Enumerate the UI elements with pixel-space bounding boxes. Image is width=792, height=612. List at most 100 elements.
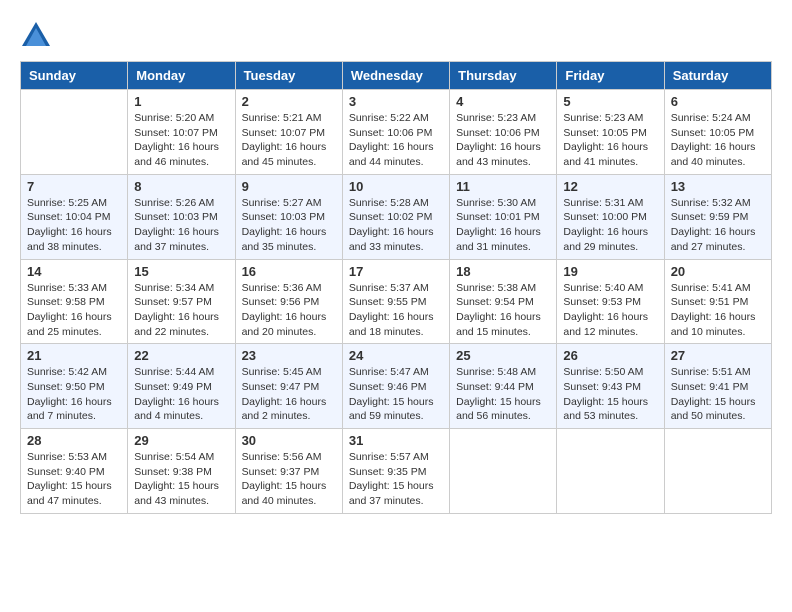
calendar-cell: 11 Sunrise: 5:30 AMSunset: 10:01 PMDayli… — [450, 174, 557, 259]
day-info: Sunrise: 5:57 AMSunset: 9:35 PMDaylight:… — [349, 450, 443, 509]
day-info: Sunrise: 5:22 AMSunset: 10:06 PMDaylight… — [349, 111, 443, 170]
page-header — [20, 20, 772, 53]
day-number: 31 — [349, 433, 443, 448]
calendar-table: SundayMondayTuesdayWednesdayThursdayFrid… — [20, 61, 772, 514]
day-number: 6 — [671, 94, 765, 109]
day-number: 18 — [456, 264, 550, 279]
logo-text — [20, 20, 50, 53]
calendar-cell: 29 Sunrise: 5:54 AMSunset: 9:38 PMDaylig… — [128, 429, 235, 514]
day-info: Sunrise: 5:23 AMSunset: 10:06 PMDaylight… — [456, 111, 550, 170]
calendar-cell: 12 Sunrise: 5:31 AMSunset: 10:00 PMDayli… — [557, 174, 664, 259]
day-number: 21 — [27, 348, 121, 363]
day-number: 17 — [349, 264, 443, 279]
calendar-cell: 6 Sunrise: 5:24 AMSunset: 10:05 PMDaylig… — [664, 90, 771, 175]
calendar-cell: 2 Sunrise: 5:21 AMSunset: 10:07 PMDaylig… — [235, 90, 342, 175]
calendar-week-row: 28 Sunrise: 5:53 AMSunset: 9:40 PMDaylig… — [21, 429, 772, 514]
day-number: 4 — [456, 94, 550, 109]
day-number: 23 — [242, 348, 336, 363]
column-header-thursday: Thursday — [450, 62, 557, 90]
day-info: Sunrise: 5:30 AMSunset: 10:01 PMDaylight… — [456, 196, 550, 255]
logo-icon — [22, 20, 50, 48]
day-number: 16 — [242, 264, 336, 279]
day-info: Sunrise: 5:28 AMSunset: 10:02 PMDaylight… — [349, 196, 443, 255]
calendar-cell: 9 Sunrise: 5:27 AMSunset: 10:03 PMDaylig… — [235, 174, 342, 259]
day-number: 1 — [134, 94, 228, 109]
day-info: Sunrise: 5:48 AMSunset: 9:44 PMDaylight:… — [456, 365, 550, 424]
calendar-cell: 31 Sunrise: 5:57 AMSunset: 9:35 PMDaylig… — [342, 429, 449, 514]
calendar-cell: 24 Sunrise: 5:47 AMSunset: 9:46 PMDaylig… — [342, 344, 449, 429]
day-info: Sunrise: 5:40 AMSunset: 9:53 PMDaylight:… — [563, 281, 657, 340]
calendar-cell: 1 Sunrise: 5:20 AMSunset: 10:07 PMDaylig… — [128, 90, 235, 175]
day-number: 5 — [563, 94, 657, 109]
day-info: Sunrise: 5:53 AMSunset: 9:40 PMDaylight:… — [27, 450, 121, 509]
calendar-cell: 28 Sunrise: 5:53 AMSunset: 9:40 PMDaylig… — [21, 429, 128, 514]
day-number: 14 — [27, 264, 121, 279]
calendar-week-row: 14 Sunrise: 5:33 AMSunset: 9:58 PMDaylig… — [21, 259, 772, 344]
day-info: Sunrise: 5:51 AMSunset: 9:41 PMDaylight:… — [671, 365, 765, 424]
calendar-cell: 20 Sunrise: 5:41 AMSunset: 9:51 PMDaylig… — [664, 259, 771, 344]
day-info: Sunrise: 5:32 AMSunset: 9:59 PMDaylight:… — [671, 196, 765, 255]
day-info: Sunrise: 5:26 AMSunset: 10:03 PMDaylight… — [134, 196, 228, 255]
day-number: 28 — [27, 433, 121, 448]
calendar-cell: 27 Sunrise: 5:51 AMSunset: 9:41 PMDaylig… — [664, 344, 771, 429]
day-number: 8 — [134, 179, 228, 194]
day-info: Sunrise: 5:44 AMSunset: 9:49 PMDaylight:… — [134, 365, 228, 424]
day-number: 20 — [671, 264, 765, 279]
calendar-cell: 18 Sunrise: 5:38 AMSunset: 9:54 PMDaylig… — [450, 259, 557, 344]
day-number: 27 — [671, 348, 765, 363]
calendar-cell: 16 Sunrise: 5:36 AMSunset: 9:56 PMDaylig… — [235, 259, 342, 344]
calendar-cell: 30 Sunrise: 5:56 AMSunset: 9:37 PMDaylig… — [235, 429, 342, 514]
calendar-cell: 15 Sunrise: 5:34 AMSunset: 9:57 PMDaylig… — [128, 259, 235, 344]
day-info: Sunrise: 5:23 AMSunset: 10:05 PMDaylight… — [563, 111, 657, 170]
day-number: 22 — [134, 348, 228, 363]
calendar-cell: 21 Sunrise: 5:42 AMSunset: 9:50 PMDaylig… — [21, 344, 128, 429]
day-info: Sunrise: 5:24 AMSunset: 10:05 PMDaylight… — [671, 111, 765, 170]
day-number: 12 — [563, 179, 657, 194]
day-number: 25 — [456, 348, 550, 363]
calendar-cell: 17 Sunrise: 5:37 AMSunset: 9:55 PMDaylig… — [342, 259, 449, 344]
calendar-cell: 3 Sunrise: 5:22 AMSunset: 10:06 PMDaylig… — [342, 90, 449, 175]
day-info: Sunrise: 5:37 AMSunset: 9:55 PMDaylight:… — [349, 281, 443, 340]
day-info: Sunrise: 5:31 AMSunset: 10:00 PMDaylight… — [563, 196, 657, 255]
day-info: Sunrise: 5:47 AMSunset: 9:46 PMDaylight:… — [349, 365, 443, 424]
day-number: 2 — [242, 94, 336, 109]
day-info: Sunrise: 5:20 AMSunset: 10:07 PMDaylight… — [134, 111, 228, 170]
column-header-friday: Friday — [557, 62, 664, 90]
day-number: 24 — [349, 348, 443, 363]
calendar-cell — [664, 429, 771, 514]
day-number: 29 — [134, 433, 228, 448]
calendar-week-row: 7 Sunrise: 5:25 AMSunset: 10:04 PMDaylig… — [21, 174, 772, 259]
day-info: Sunrise: 5:42 AMSunset: 9:50 PMDaylight:… — [27, 365, 121, 424]
calendar-cell — [557, 429, 664, 514]
column-header-sunday: Sunday — [21, 62, 128, 90]
day-number: 7 — [27, 179, 121, 194]
day-number: 30 — [242, 433, 336, 448]
day-number: 3 — [349, 94, 443, 109]
day-info: Sunrise: 5:54 AMSunset: 9:38 PMDaylight:… — [134, 450, 228, 509]
day-info: Sunrise: 5:45 AMSunset: 9:47 PMDaylight:… — [242, 365, 336, 424]
calendar-cell: 5 Sunrise: 5:23 AMSunset: 10:05 PMDaylig… — [557, 90, 664, 175]
day-number: 11 — [456, 179, 550, 194]
calendar-cell — [21, 90, 128, 175]
day-info: Sunrise: 5:21 AMSunset: 10:07 PMDaylight… — [242, 111, 336, 170]
day-info: Sunrise: 5:25 AMSunset: 10:04 PMDaylight… — [27, 196, 121, 255]
day-number: 26 — [563, 348, 657, 363]
column-header-saturday: Saturday — [664, 62, 771, 90]
column-header-wednesday: Wednesday — [342, 62, 449, 90]
calendar-cell: 25 Sunrise: 5:48 AMSunset: 9:44 PMDaylig… — [450, 344, 557, 429]
calendar-cell: 10 Sunrise: 5:28 AMSunset: 10:02 PMDayli… — [342, 174, 449, 259]
calendar-cell — [450, 429, 557, 514]
day-number: 9 — [242, 179, 336, 194]
day-number: 19 — [563, 264, 657, 279]
day-number: 10 — [349, 179, 443, 194]
day-info: Sunrise: 5:50 AMSunset: 9:43 PMDaylight:… — [563, 365, 657, 424]
day-info: Sunrise: 5:38 AMSunset: 9:54 PMDaylight:… — [456, 281, 550, 340]
calendar-cell: 14 Sunrise: 5:33 AMSunset: 9:58 PMDaylig… — [21, 259, 128, 344]
day-number: 15 — [134, 264, 228, 279]
day-info: Sunrise: 5:41 AMSunset: 9:51 PMDaylight:… — [671, 281, 765, 340]
day-info: Sunrise: 5:34 AMSunset: 9:57 PMDaylight:… — [134, 281, 228, 340]
calendar-cell: 23 Sunrise: 5:45 AMSunset: 9:47 PMDaylig… — [235, 344, 342, 429]
calendar-cell: 4 Sunrise: 5:23 AMSunset: 10:06 PMDaylig… — [450, 90, 557, 175]
calendar-cell: 22 Sunrise: 5:44 AMSunset: 9:49 PMDaylig… — [128, 344, 235, 429]
column-header-monday: Monday — [128, 62, 235, 90]
